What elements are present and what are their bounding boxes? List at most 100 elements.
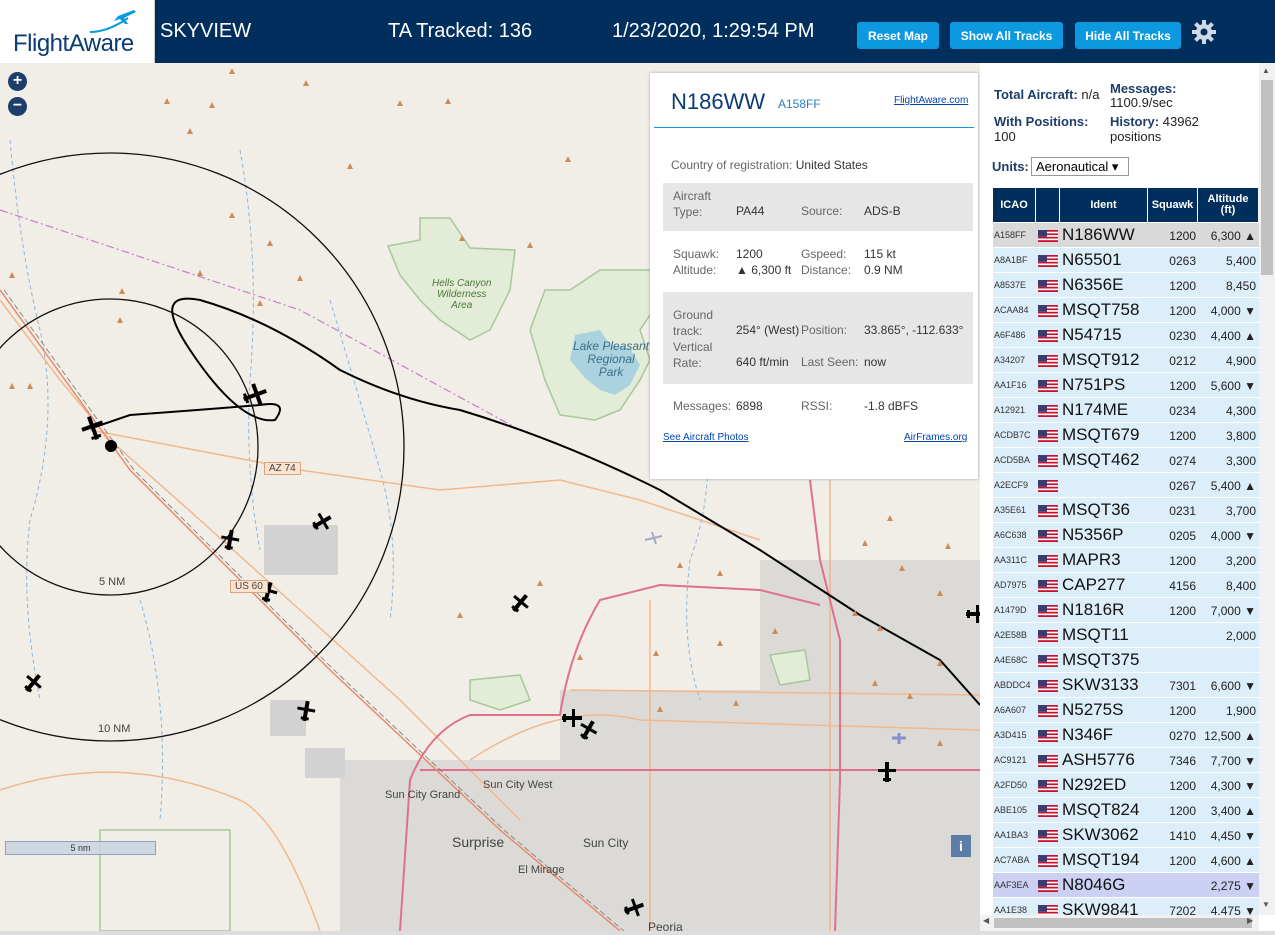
place-peoria: Peoria [648, 920, 683, 931]
table-row[interactable]: AAF3EA N8046G 2,275 ▼ [993, 873, 1259, 898]
scroll-right-arrow-icon[interactable]: ▶ [1247, 916, 1253, 925]
airframes-link[interactable]: AirFrames.org [904, 432, 967, 443]
table-row[interactable]: A4E68C MSQT375 [993, 648, 1259, 673]
scroll-left-arrow-icon[interactable]: ◀ [983, 916, 989, 925]
row-icao: AA1F16 [994, 380, 1027, 390]
reset-map-button[interactable]: Reset Map [857, 22, 939, 49]
table-row[interactable]: AA311C MAPR3 1200 3,200 [993, 548, 1259, 573]
messages-value: 6898 [736, 399, 763, 413]
table-row[interactable]: ABDDC4 SKW3133 7301 6,600 ▼ [993, 673, 1259, 698]
aircraft-detail-popup: N186WW A158FF FlightAware.com Country of… [650, 73, 978, 479]
table-row[interactable]: A1479D N1816R 1200 7,000 ▼ [993, 598, 1259, 623]
zoom-in-button[interactable]: + [8, 72, 27, 91]
horizontal-scroll-thumb[interactable] [994, 918, 1252, 928]
row-altitude: 4,400 ▲ [1210, 329, 1256, 343]
country-value: United States [795, 158, 868, 172]
logo-text: FlightAware [13, 30, 134, 57]
col-squawk[interactable]: Squawk [1148, 188, 1198, 222]
table-row[interactable]: AC9121 ASH5776 7346 7,700 ▼ [993, 748, 1259, 773]
zoom-out-button[interactable]: − [8, 97, 27, 116]
row-altitude: 4,000 ▼ [1210, 529, 1256, 543]
row-ident: MSQT758 [1062, 300, 1140, 319]
show-all-tracks-button[interactable]: Show All Tracks [950, 22, 1063, 49]
scroll-down-arrow-icon[interactable]: ▼ [1262, 900, 1270, 909]
scroll-up-arrow-icon[interactable]: ▲ [1262, 66, 1270, 75]
row-altitude: 3,800 [1225, 429, 1256, 443]
aircraft-table-header: ICAO Ident Squawk Altitude (ft) [993, 188, 1259, 222]
row-altitude: 4,300 [1225, 404, 1256, 418]
row-icao: A8A1BF [994, 255, 1028, 265]
col-altitude[interactable]: Altitude (ft) [1198, 188, 1259, 222]
row-icao: AA1BA3 [994, 830, 1029, 840]
row-altitude: 8,400 [1225, 579, 1256, 593]
table-row[interactable]: A6A607 N5275S 1200 1,900 [993, 698, 1259, 723]
row-ident: N54715 [1062, 325, 1122, 344]
country-label: Country of registration: [671, 158, 793, 172]
us-flag-icon [1038, 880, 1058, 892]
row-squawk: 0234 [1169, 404, 1196, 418]
table-row[interactable]: A3D415 N346F 0270 12,500 ▲ [993, 723, 1259, 748]
table-row[interactable]: A158FF N186WW 1200 6,300 ▲ [993, 223, 1259, 248]
col-flag[interactable] [1036, 188, 1060, 222]
gear-icon[interactable] [1191, 19, 1217, 45]
row-squawk: 4156 [1169, 579, 1196, 593]
col-ident[interactable]: Ident [1060, 188, 1148, 222]
row-ident: MSQT11 [1062, 625, 1129, 644]
table-row[interactable]: A12921 N174ME 0234 4,300 [993, 398, 1259, 423]
vrate-label: Vertical Rate: [673, 340, 713, 370]
table-row[interactable]: AA1F16 N751PS 1200 5,600 ▼ [993, 373, 1259, 398]
table-row[interactable]: A2FD50 N292ED 1200 4,300 ▼ [993, 773, 1259, 798]
row-ident: MSQT912 [1062, 350, 1140, 369]
col-icao[interactable]: ICAO [993, 188, 1036, 222]
table-row[interactable]: A2ECF9 0267 5,400 ▲ [993, 473, 1259, 498]
table-row[interactable]: A8537E N6356E 1200 8,450 [993, 273, 1259, 298]
flightaware-logo[interactable]: FlightAware [0, 0, 155, 63]
flightaware-link[interactable]: FlightAware.com [894, 95, 968, 106]
table-row[interactable]: ACD5BA MSQT462 0274 3,300 [993, 448, 1259, 473]
hide-all-tracks-button[interactable]: Hide All Tracks [1075, 22, 1181, 49]
row-altitude: 3,200 [1225, 554, 1256, 568]
table-row[interactable]: ACAA84 MSQT758 1200 4,000 ▼ [993, 298, 1259, 323]
row-squawk: 1200 [1169, 229, 1196, 243]
row-icao: A35E61 [994, 505, 1027, 515]
row-ident: SKW3062 [1062, 825, 1139, 844]
table-row[interactable]: ABE105 MSQT824 1200 3,400 ▲ [993, 798, 1259, 823]
row-icao: AD7975 [994, 580, 1027, 590]
table-row[interactable]: AD7975 CAP277 4156 8,400 [993, 573, 1259, 598]
distance-label: Distance: [801, 263, 852, 277]
map-info-button[interactable]: i [951, 835, 971, 857]
row-squawk: 0263 [1169, 254, 1196, 268]
sidebar-scroll-thumb[interactable] [1261, 80, 1273, 275]
table-row[interactable]: ACDB7C MSQT679 1200 3,800 [993, 423, 1259, 448]
place-sun-city: Sun City [583, 836, 629, 850]
row-ident: N5275S [1062, 700, 1124, 719]
squawk-label: Squawk: [673, 247, 720, 261]
row-ident: N5356P [1062, 525, 1124, 544]
table-row[interactable]: AC7ABA MSQT194 1200 4,600 ▲ [993, 848, 1259, 873]
row-ident: MSQT824 [1062, 800, 1140, 819]
row-altitude: 1,900 [1225, 704, 1256, 718]
row-icao: A2E58B [994, 630, 1028, 640]
row-icao: A3D415 [994, 730, 1027, 740]
rssi-label: RSSI: [801, 399, 833, 413]
table-row[interactable]: A35E61 MSQT36 0231 3,700 [993, 498, 1259, 523]
aircraft-photos-link[interactable]: See Aircraft Photos [663, 432, 749, 443]
table-row[interactable]: A8A1BF N65501 0263 5,400 [993, 248, 1259, 273]
table-row[interactable]: A34207 MSQT912 0212 4,900 [993, 348, 1259, 373]
top-header: FlightAware SKYVIEW TA Tracked: 136 1/23… [0, 0, 1275, 63]
squawk-value: 1200 [736, 247, 763, 261]
popup-divider [654, 127, 974, 128]
table-row[interactable]: A2E58B MSQT11 2,000 [993, 623, 1259, 648]
units-select[interactable]: Aeronautical ▾ [1031, 157, 1129, 176]
row-altitude: 4,600 ▲ [1210, 854, 1256, 868]
table-row[interactable]: AA1BA3 SKW3062 1410 4,450 ▼ [993, 823, 1259, 848]
us-flag-icon [1038, 580, 1058, 592]
row-ident: N65501 [1062, 250, 1122, 269]
row-icao: AC7ABA [994, 855, 1030, 865]
table-row[interactable]: A6F486 N54715 0230 4,400 ▲ [993, 323, 1259, 348]
table-row[interactable]: A6C638 N5356P 0205 4,000 ▼ [993, 523, 1259, 548]
history-value: 43962 [1162, 114, 1199, 129]
row-ident: N174ME [1062, 400, 1129, 419]
row-icao: ABDDC4 [994, 680, 1031, 690]
row-icao: AAF3EA [994, 880, 1029, 890]
